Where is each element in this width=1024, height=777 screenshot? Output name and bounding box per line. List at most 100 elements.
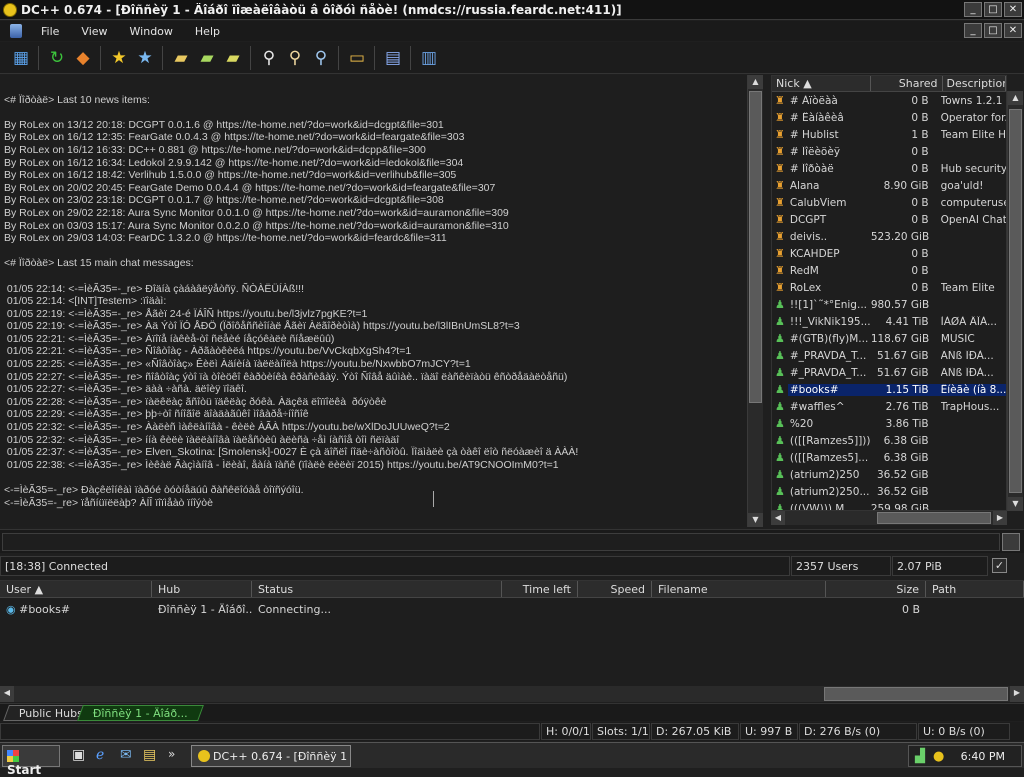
transfers-scroll-thumb[interactable] [824, 687, 1008, 701]
user-row[interactable]: ♟ (atrium2)250 36.52 GiB [772, 466, 1006, 483]
transfers-hscrollbar[interactable]: ◀ ▶ [0, 686, 1024, 702]
notepad-icon[interactable]: ▥ [418, 47, 440, 69]
user-scroll-down-arrow[interactable]: ▼ [1008, 497, 1023, 511]
dcpp-tray-icon[interactable]: ● [933, 749, 944, 764]
column-description[interactable]: Description [943, 76, 1006, 91]
minimize-button[interactable]: _ [964, 2, 982, 17]
column-hub[interactable]: Hub [152, 581, 252, 597]
show-desktop-icon[interactable]: ▣ [72, 747, 85, 763]
settings-icon[interactable]: ▤ [382, 47, 404, 69]
user-shared: 36.52 GiB [876, 485, 929, 498]
chat-log[interactable]: <# Ïîðòàë> Last 10 news items: By RoLex o… [0, 75, 747, 527]
scroll-up-arrow[interactable]: ▲ [748, 75, 763, 89]
mdi-restore-button[interactable]: □ [984, 23, 1002, 38]
start-button[interactable]: Start [2, 745, 60, 777]
internet-explorer-icon[interactable]: ℯ [96, 747, 104, 763]
scroll-thumb[interactable] [749, 91, 762, 403]
hscroll-left-arrow[interactable]: ◀ [771, 511, 785, 525]
column-shared[interactable]: Shared [871, 76, 943, 91]
user-list[interactable]: Nick ▲ Shared Description ♜ # Àïòëàà 0 B To… [771, 75, 1007, 511]
explorer-icon[interactable]: ▤ [143, 747, 156, 763]
menu-help[interactable]: Help [184, 25, 231, 38]
filter-checkbox[interactable]: ✓ [992, 558, 1007, 573]
user-row[interactable]: ♜ DCGPT 0 B OpenAI ChatGPT [772, 211, 1006, 228]
search-spy-icon[interactable]: ⚲ [310, 47, 332, 69]
user-row[interactable]: ♜ # Hublist 1 B Team Elite Hu... [772, 126, 1006, 143]
column-speed[interactable]: Speed [578, 581, 652, 597]
taskbar-dcpp-button[interactable]: DC++ 0.674 - [Ðîññèÿ 1 - ... [191, 745, 351, 767]
dcpp-app-icon[interactable] [3, 2, 17, 17]
user-row[interactable]: ♟ (([[Ramzes5]])) 6.38 GiB [772, 432, 1006, 449]
user-row[interactable]: ♜ # Ïîëèöèÿ 0 B [772, 143, 1006, 160]
user-row[interactable]: ♟ #(GTB)(fly)M... 118.67 GiB MUSIC [772, 330, 1006, 347]
column-time-left[interactable]: Time left [502, 581, 578, 597]
hscroll-right-arrow[interactable]: ▶ [993, 511, 1007, 525]
user-row[interactable]: ♜ RoLex 0 B Team Elite [772, 279, 1006, 296]
favorite-users-icon[interactable]: ★ [134, 47, 156, 69]
user-icon: ♟ [774, 383, 785, 396]
search-icon[interactable]: ⚲ [258, 47, 280, 69]
outlook-express-icon[interactable]: ✉ [120, 747, 132, 763]
maximize-button[interactable]: □ [984, 2, 1002, 17]
user-scroll-up-arrow[interactable]: ▲ [1008, 91, 1023, 105]
column-status[interactable]: Status [252, 581, 502, 597]
user-list-hscrollbar[interactable]: ◀ ▶ [771, 511, 1007, 525]
user-row[interactable]: ♟ (((VW))) M... 259.98 GiB [772, 500, 1006, 510]
transfers-panel[interactable]: User ▲ Hub Status Time left Speed Filena… [0, 580, 1024, 686]
user-shared: 6.38 GiB [883, 434, 929, 447]
menu-view[interactable]: View [70, 25, 118, 38]
column-size[interactable]: Size [826, 581, 926, 597]
user-row[interactable]: ♜ RedM 0 B [772, 262, 1006, 279]
quicklaunch-more-icon[interactable]: » [168, 747, 175, 761]
user-row[interactable]: ♟ !!!_VikNik195... 4.41 TiB ÌÀØÀ ÂÎÀ... [772, 313, 1006, 330]
user-row[interactable]: ♟ #_PRAVDA_T... 51.67 GiB ÃÑß ÏÐÀ... [772, 364, 1006, 381]
column-filename[interactable]: Filename [652, 581, 826, 597]
transfers-scroll-right-arrow[interactable]: ▶ [1010, 686, 1024, 702]
finished-downloads-icon[interactable]: ▰ [196, 47, 218, 69]
user-row[interactable]: ♜ # Ïîðòàë 0 B Hub security [772, 160, 1006, 177]
transfer-row[interactable]: ◉ #books# Ðîññèÿ 1 - Äîáðî... Connecting..… [0, 600, 1024, 618]
user-row[interactable]: ♟ #waffles^ 2.76 TiB TrapHous... [772, 398, 1006, 415]
follow-redirect-icon[interactable]: ◆ [72, 47, 94, 69]
reconnect-icon[interactable]: ↻ [46, 47, 68, 69]
chat-scrollbar[interactable]: ▲ ▼ [747, 75, 763, 527]
open-file-list-icon[interactable]: ▭ [346, 47, 368, 69]
user-row[interactable]: ♜ KCAHDEP 0 B [772, 245, 1006, 262]
user-row[interactable]: ♜ # Êàíàêèâ 0 B Operator for... [772, 109, 1006, 126]
adl-search-icon[interactable]: ⚲ [284, 47, 306, 69]
user-row[interactable]: ♟ %20 3.86 TiB [772, 415, 1006, 432]
user-row[interactable]: ♟ (([[Ramzes5]... 6.38 GiB [772, 449, 1006, 466]
mdi-child-icon[interactable] [10, 24, 22, 38]
user-row[interactable]: ♜ deivis.. 523.20 GiB [772, 228, 1006, 245]
user-row[interactable]: ♟ !![1]`˜*°Enig... 980.57 GiB [772, 296, 1006, 313]
mdi-minimize-button[interactable]: _ [964, 23, 982, 38]
chat-message-input[interactable] [2, 533, 1000, 551]
queue-icon[interactable]: ▰ [170, 47, 192, 69]
column-nick[interactable]: Nick ▲ [772, 76, 872, 91]
resize-grip-icon[interactable] [1002, 533, 1020, 551]
scroll-down-arrow[interactable]: ▼ [748, 513, 763, 527]
mdi-close-button[interactable]: ✕ [1004, 23, 1022, 38]
network-tray-icon[interactable]: ▟ [915, 749, 925, 764]
column-user[interactable]: User ▲ [0, 581, 152, 597]
user-list-scrollbar[interactable]: ▲ ▼ [1007, 91, 1023, 511]
hscroll-thumb[interactable] [877, 512, 991, 524]
finished-uploads-icon[interactable]: ▰ [222, 47, 244, 69]
user-row[interactable]: ♜ Alana 8.90 GiB goa'uld! [772, 177, 1006, 194]
user-shared: 118.67 GiB [870, 332, 930, 345]
user-row[interactable]: ♟ #_PRAVDA_T... 51.67 GiB ÃÑß ÏÐÀ... [772, 347, 1006, 364]
menu-window[interactable]: Window [119, 25, 184, 38]
public-hubs-icon[interactable]: ▦ [10, 47, 32, 69]
user-row[interactable]: ♜ CalubViem 0 B computeruser [772, 194, 1006, 211]
favorite-hubs-icon[interactable]: ★ [108, 47, 130, 69]
chat-line: 01/05 22:25: <-=ÌèÃ35=-_re> «Ñîâòîàç» Êè… [4, 358, 471, 371]
user-row[interactable]: ♟ (atrium2)250... 36.52 GiB [772, 483, 1006, 500]
menu-file[interactable]: File [30, 25, 70, 38]
user-row[interactable]: ♟ #books# 1.15 TiB Êíèãè (íà 8... [772, 381, 1006, 398]
tab-hub-russia[interactable]: Ðîññèÿ 1 - Äîáð... [77, 705, 204, 721]
transfers-scroll-left-arrow[interactable]: ◀ [0, 686, 14, 702]
column-path[interactable]: Path [926, 581, 1024, 597]
close-button[interactable]: ✕ [1004, 2, 1022, 17]
user-scroll-thumb[interactable] [1009, 109, 1022, 493]
user-row[interactable]: ♜ # Àïòëàà 0 B Towns 1.2.1 [772, 92, 1006, 109]
